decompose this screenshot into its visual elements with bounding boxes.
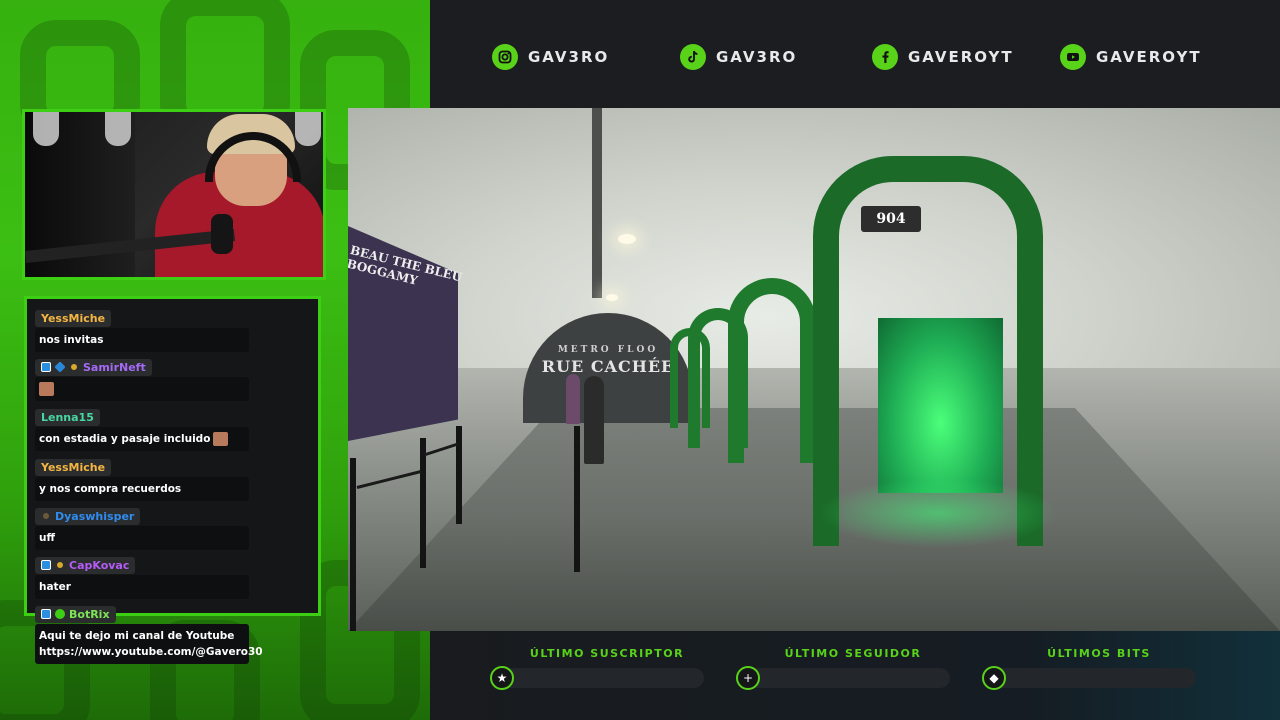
chat-username: YessMiche <box>41 461 106 474</box>
chat-message: Lenna15 con estadia y pasaje incluido <box>35 406 310 451</box>
queue-post <box>456 426 462 524</box>
chat-username: Lenna15 <box>41 411 94 424</box>
user-badge-icon <box>71 364 77 370</box>
ghost-decoration <box>33 112 59 146</box>
metro-label: METRO FLOO <box>557 345 659 355</box>
social-tiktok[interactable]: GAV3RO <box>680 44 797 70</box>
stat-label: ÚLTIMO SEGUIDOR <box>784 647 922 660</box>
chat-message-text: con estadia y pasaje incluido <box>35 427 249 451</box>
chat-username: SamirNeft <box>83 360 146 374</box>
queue-rope <box>424 442 458 457</box>
user-badge-icon <box>54 361 66 373</box>
stat-label: ÚLTIMO SUSCRIPTOR <box>529 647 685 660</box>
chat-message-text: y nos compra recuerdos <box>35 477 249 501</box>
webcam-feed <box>22 109 326 280</box>
chat-text: Aqui te dejo mi canal de Youtube https:/… <box>39 630 263 658</box>
queue-post <box>420 438 426 568</box>
user-badge-icon <box>41 609 51 619</box>
youtube-icon <box>1060 44 1086 70</box>
emote-icon <box>213 432 229 446</box>
queue-rope <box>356 470 422 489</box>
chat-message: YessMiche y nos compra recuerdos <box>35 456 310 501</box>
social-instagram[interactable]: GAV3RO <box>492 44 609 70</box>
latest-subscriber: ÚLTIMO SUSCRIPTOR ★ <box>490 647 704 690</box>
chat-text: uff <box>39 532 55 544</box>
chat-text: con estadia y pasaje incluido <box>39 433 211 445</box>
instagram-icon <box>492 44 518 70</box>
chat-username-pill[interactable]: BotRix <box>35 605 116 623</box>
chat-username: YessMiche <box>41 312 106 325</box>
ghost-decoration <box>105 112 131 146</box>
chat-message: YessMiche nos invitas <box>35 307 310 352</box>
chat-message: BotRix Aqui te dejo mi canal de Youtube h… <box>35 604 310 664</box>
queue-post <box>574 426 580 572</box>
queue-post <box>350 458 356 631</box>
rue-cachee-label: RUE CACHÉE <box>541 357 675 376</box>
stat-track <box>992 668 1196 688</box>
chat-text: hater <box>39 581 71 593</box>
ceiling-lamp <box>618 234 636 244</box>
user-badge-icon <box>55 609 65 619</box>
chat-text: y nos compra recuerdos <box>39 483 182 495</box>
chat-message-text: uff <box>35 526 249 550</box>
gameplay-video: METRO FLOO RUE CACHÉE BEAU THE BLEU BOGG… <box>348 108 1280 631</box>
stat-label: ÚLTIMOS BITS <box>1047 647 1151 660</box>
green-arch <box>728 278 816 463</box>
chat-username: CapKovac <box>69 558 130 572</box>
ceiling-lamp <box>606 294 618 301</box>
user-badge-icon <box>41 362 51 372</box>
stat-track <box>500 668 704 688</box>
social-handle: GAV3RO <box>716 48 798 66</box>
stat-row: + <box>736 666 950 690</box>
chat-username-pill[interactable]: Dyaswhisper <box>35 507 141 525</box>
chat-username: BotRix <box>69 607 110 621</box>
user-badge-icon <box>41 560 51 570</box>
chat-username: Dyaswhisper <box>55 509 135 523</box>
plus-icon: + <box>736 666 760 690</box>
chat-message-text: Aqui te dejo mi canal de Youtube https:/… <box>35 624 263 664</box>
chat-message-text: nos invitas <box>35 328 249 352</box>
user-badge-icon <box>57 562 63 568</box>
bits-icon: ◆ <box>982 666 1006 690</box>
chat-text: nos invitas <box>39 334 104 346</box>
star-icon: ★ <box>490 666 514 690</box>
microphone <box>211 214 233 254</box>
chat-box: YessMiche nos invitas SamirNeft Lenna15 con … <box>24 296 321 664</box>
social-bar: GAV3RO GAV3RO GAVEROYT GAVEROYT <box>430 0 1280 108</box>
tiktok-icon <box>680 44 706 70</box>
chat-message: Dyaswhisper uff <box>35 506 310 550</box>
ghost-decoration <box>295 112 321 146</box>
emote-icon <box>39 382 54 396</box>
stat-row: ★ <box>490 666 704 690</box>
stats-bar: ÚLTIMO SUSCRIPTOR ★ ÚLTIMO SEGUIDOR + ÚL… <box>430 631 1280 720</box>
rue-cachee-sign: METRO FLOO RUE CACHÉE <box>523 345 693 376</box>
door-number-sign: 904 <box>861 206 921 232</box>
social-handle: GAVEROYT <box>1096 48 1202 66</box>
stat-row: ◆ <box>982 666 1196 690</box>
social-youtube[interactable]: GAVEROYT <box>1060 44 1202 70</box>
chat-message: SamirNeft <box>35 357 310 401</box>
person-figure <box>566 374 580 424</box>
chat-username-pill[interactable]: CapKovac <box>35 556 136 574</box>
chat-username-pill[interactable]: YessMiche <box>35 310 112 327</box>
stream-overlay: YessMiche nos invitas SamirNeft Lenna15 con … <box>0 0 1280 720</box>
chat-username-pill[interactable]: SamirNeft <box>35 358 152 376</box>
chat-message: CapKovac hater <box>35 555 310 599</box>
user-badge-icon <box>43 513 49 519</box>
social-facebook[interactable]: GAVEROYT <box>872 44 1014 70</box>
social-handle: GAV3RO <box>528 48 610 66</box>
chat-username-pill[interactable]: Lenna15 <box>35 409 100 426</box>
person-figure <box>584 376 604 464</box>
chat-username-pill[interactable]: YessMiche <box>35 459 112 476</box>
facebook-icon <box>872 44 898 70</box>
latest-bits: ÚLTIMOS BITS ◆ <box>982 647 1196 690</box>
chat-message-text <box>35 377 249 401</box>
latest-follower: ÚLTIMO SEGUIDOR + <box>736 647 950 690</box>
chat-message-text: hater <box>35 575 249 599</box>
floor-glow <box>818 478 1058 548</box>
stat-track <box>746 668 950 688</box>
social-handle: GAVEROYT <box>908 48 1014 66</box>
ceiling-pipe <box>592 108 602 298</box>
